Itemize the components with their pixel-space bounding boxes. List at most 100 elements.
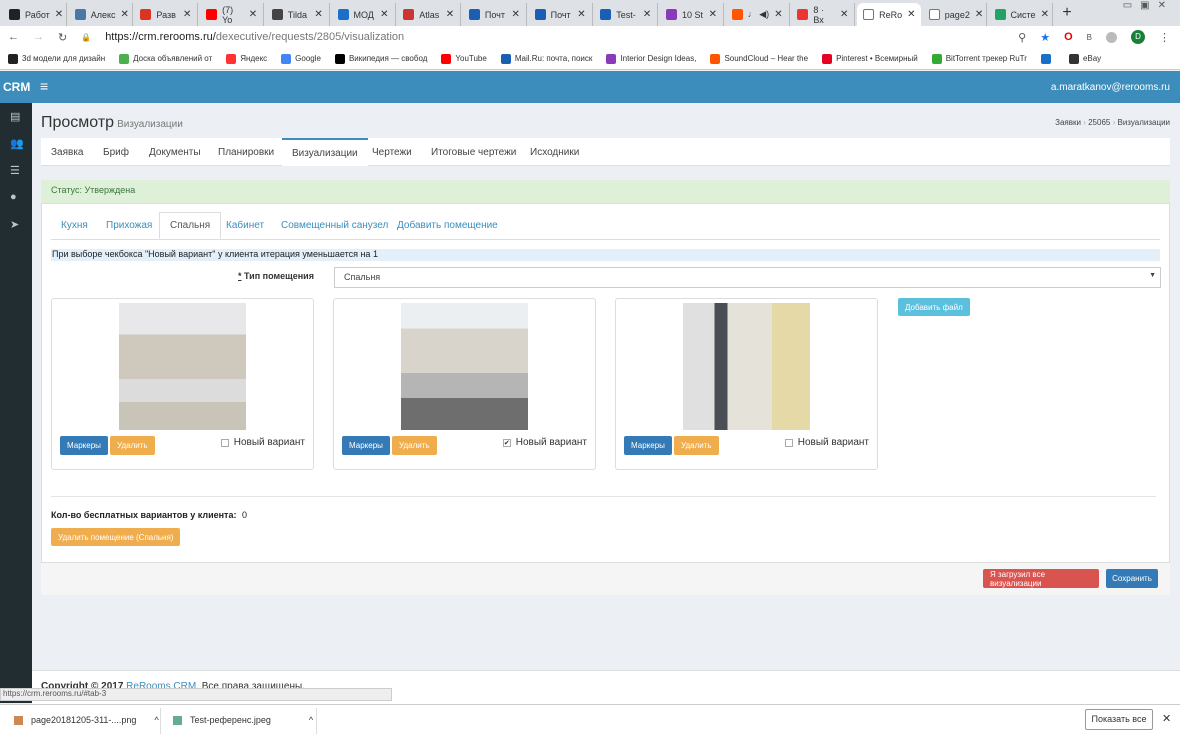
browser-tab[interactable]: Tilda ✕ (266, 3, 330, 26)
bookmark-star-icon[interactable]: ★ (1040, 31, 1050, 44)
zoom-icon[interactable]: ⚲ (1018, 31, 1026, 44)
delete-button[interactable]: Удалить (392, 436, 437, 455)
uploaded-all-button[interactable]: Я загрузил все визуализации (983, 569, 1099, 588)
bookmark-item[interactable] (1040, 53, 1055, 64)
bookmark-item[interactable]: Яндекс (226, 53, 267, 64)
breadcrumb-item[interactable]: Заявки (1055, 118, 1081, 127)
close-tab-icon[interactable]: ✕ (774, 9, 782, 20)
add-file-button[interactable]: Добавить файл (898, 298, 970, 316)
tab-0[interactable]: Заявка (41, 138, 94, 166)
visualization-image[interactable] (401, 303, 528, 430)
bookmark-item[interactable]: SoundCloud – Hear the (710, 53, 808, 64)
browser-tab[interactable]: МОД ✕ (332, 3, 396, 26)
show-all-button[interactable]: Показать все (1085, 709, 1153, 730)
room-tab-4[interactable]: Совмещенный санузел (271, 212, 398, 239)
bookmark-item[interactable]: Pinterest • Всемирный (822, 53, 918, 64)
send-icon[interactable]: ➤ (10, 218, 19, 231)
markers-button[interactable]: Маркеры (342, 436, 390, 455)
bookmark-item[interactable]: 3d модели для дизайн (8, 53, 105, 64)
room-tab-5[interactable]: Добавить помещение (387, 212, 508, 239)
delete-button[interactable]: Удалить (674, 436, 719, 455)
tab-4[interactable]: Визуализации (282, 138, 368, 166)
new-variant-checkbox[interactable]: ✔ Новый вариант (502, 437, 587, 448)
bookmark-item[interactable]: Mail.Ru: почта, поиск (500, 53, 592, 64)
room-type-select[interactable]: Спальня ▼ (334, 267, 1161, 288)
browser-tab[interactable]: Разв ✕ (134, 3, 199, 26)
new-variant-checkbox[interactable]: Новый вариант (784, 437, 869, 448)
room-tab-2[interactable]: Спальня (159, 212, 222, 239)
user-email[interactable]: a.maratkanov@rerooms.ru (1051, 82, 1170, 93)
menu-kebab-icon[interactable]: ⋮ (1159, 31, 1170, 44)
checkbox-icon[interactable] (784, 438, 793, 447)
delete-room-button[interactable]: Удалить помещение (Спальня) (51, 528, 181, 546)
browser-tab[interactable]: Работ ✕ (3, 3, 67, 26)
close-tab-icon[interactable]: ✕ (446, 9, 454, 20)
tab-7[interactable]: Исходники (520, 138, 589, 166)
checkbox-icon[interactable]: ✔ (502, 438, 511, 447)
forward-icon[interactable]: → (33, 31, 44, 43)
close-tab-icon[interactable]: ✕ (577, 9, 585, 20)
document-icon[interactable]: ▤ (10, 110, 20, 123)
download-item[interactable]: page20181205-311-....png ^ (14, 715, 159, 725)
browser-tab[interactable]: 10 St ✕ (660, 3, 724, 26)
visualization-image[interactable] (683, 303, 810, 430)
room-tab-1[interactable]: Прихожая (96, 212, 162, 239)
browser-tab[interactable]: Почт ✕ (529, 3, 593, 26)
close-tab-icon[interactable]: ✕ (1041, 9, 1049, 20)
markers-button[interactable]: Маркеры (60, 436, 108, 455)
extension-gray-icon[interactable] (1106, 31, 1117, 43)
tab-6[interactable]: Итоговые чертежи (421, 138, 526, 166)
opera-icon[interactable]: O (1064, 31, 1073, 43)
new-tab-button[interactable]: + (1058, 4, 1076, 22)
close-tab-icon[interactable]: ✕ (512, 9, 520, 20)
bookmark-item[interactable]: Википедия — свобод (334, 53, 427, 64)
browser-tab[interactable]: Алекс ✕ (69, 3, 133, 26)
bookmark-item[interactable]: BitTorrent трекер RuTr (931, 53, 1027, 64)
download-item[interactable]: Test-референс.jpeg ^ (173, 715, 313, 725)
list-icon[interactable]: ☰ (10, 164, 20, 177)
url-field[interactable]: https://crm.rerooms.ru/dexecutive/reques… (105, 31, 404, 43)
chevron-up-icon[interactable]: ^ (154, 715, 158, 725)
delete-button[interactable]: Удалить (110, 436, 155, 455)
bookmark-item[interactable]: Google (281, 53, 321, 64)
close-tab-icon[interactable]: ✕ (121, 9, 129, 20)
browser-tab[interactable]: Atlas ✕ (397, 3, 462, 26)
save-button[interactable]: Сохранить (1106, 569, 1158, 588)
bookmark-item[interactable]: YouTube (441, 53, 487, 64)
close-downloads-icon[interactable]: ✕ (1162, 712, 1171, 725)
browser-tab[interactable]: Почт ✕ (463, 3, 527, 26)
chevron-up-icon[interactable]: ^ (309, 715, 313, 725)
browser-tab[interactable]: Test- ✕ (594, 3, 659, 26)
close-tab-icon[interactable]: ✕ (975, 9, 983, 20)
sidebar-toggle-icon[interactable]: ≡ (40, 78, 48, 94)
close-tab-icon[interactable]: ✕ (249, 9, 257, 20)
new-variant-checkbox[interactable]: Новый вариант (220, 437, 305, 448)
room-tab-3[interactable]: Кабинет (216, 212, 274, 239)
bookmark-item[interactable]: Interior Design Ideas, (606, 53, 696, 64)
close-tab-icon[interactable]: ✕ (380, 9, 388, 20)
profile-avatar[interactable]: D (1131, 30, 1145, 44)
tab-2[interactable]: Документы (139, 138, 211, 166)
markers-button[interactable]: Маркеры (624, 436, 672, 455)
app-logo[interactable]: CRM (3, 80, 30, 94)
checkbox-icon[interactable] (220, 438, 229, 447)
browser-tab[interactable]: ♩ ◀) ✕ (726, 3, 790, 26)
close-tab-icon[interactable]: ✕ (314, 9, 322, 20)
close-tab-icon[interactable]: ✕ (840, 9, 848, 20)
reload-icon[interactable]: ↻ (58, 31, 67, 44)
room-tab-0[interactable]: Кухня (51, 212, 98, 239)
back-icon[interactable]: ← (8, 31, 19, 43)
close-tab-icon[interactable]: ✕ (55, 9, 63, 20)
bookmark-item[interactable]: Доска объявлений от (119, 53, 212, 64)
tab-1[interactable]: Бриф (93, 138, 139, 166)
visualization-image[interactable] (119, 303, 246, 430)
breadcrumb-item[interactable]: 25065 (1088, 118, 1110, 127)
tab-3[interactable]: Планировки (208, 138, 284, 166)
browser-tab[interactable]: ReRo ✕ (857, 3, 922, 26)
chat-icon[interactable]: ● (10, 191, 17, 203)
close-tab-icon[interactable]: ✕ (709, 9, 717, 20)
browser-tab[interactable]: Систе ✕ (989, 3, 1053, 26)
browser-tab[interactable]: (7) Yo ✕ (200, 3, 265, 26)
users-icon[interactable]: 👥 (10, 137, 24, 150)
close-tab-icon[interactable]: ✕ (907, 9, 915, 20)
